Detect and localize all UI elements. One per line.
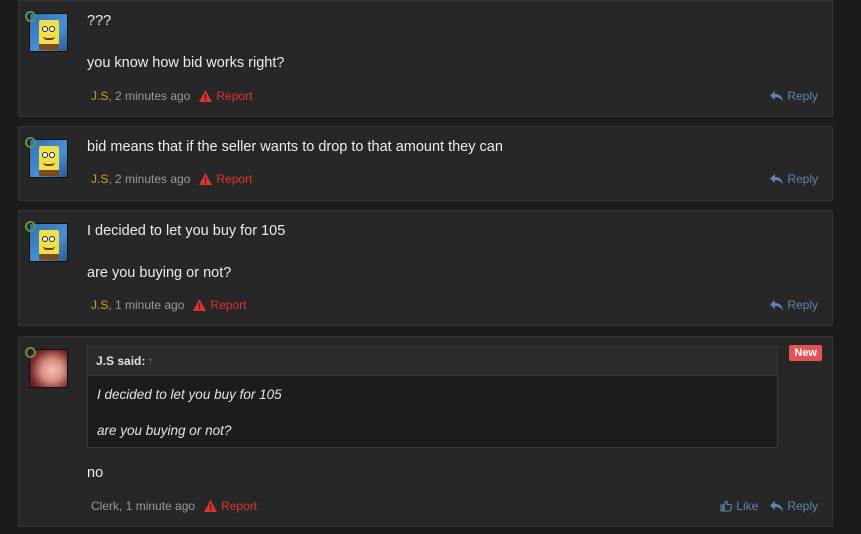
online-status-icon bbox=[25, 11, 36, 22]
post-meta: J.S , 2 minutes ago Report bbox=[91, 172, 252, 186]
quote-block: J.S said: ↑ I decided to let you buy for … bbox=[87, 346, 778, 448]
reply-arrow-icon bbox=[770, 500, 784, 512]
online-status-icon bbox=[25, 221, 36, 232]
reply-arrow-icon bbox=[770, 299, 784, 311]
post-actions: Like Reply bbox=[708, 499, 818, 513]
report-label: Report bbox=[221, 499, 258, 513]
quote-jump-arrow-icon[interactable]: ↑ bbox=[147, 354, 153, 368]
message-post: bid means that if the seller wants to dr… bbox=[18, 126, 833, 201]
warning-triangle-icon bbox=[193, 299, 207, 311]
message-text: I decided to let you buy for 105 bbox=[87, 223, 286, 239]
message-post: I decided to let you buy for 105 are you… bbox=[18, 210, 833, 326]
reply-label: Reply bbox=[787, 172, 818, 186]
post-meta: J.S , 2 minutes ago Report bbox=[91, 89, 252, 103]
message-text: are you buying or not? bbox=[87, 265, 232, 281]
reply-label: Reply bbox=[787, 499, 818, 513]
post-time[interactable]: , 1 minute ago bbox=[119, 499, 195, 513]
thumbs-up-icon bbox=[720, 500, 733, 512]
online-status-icon bbox=[25, 137, 36, 148]
report-label: Report bbox=[210, 298, 247, 312]
message-post: ??? you know how bid works right? J.S , … bbox=[18, 0, 833, 117]
reply-button[interactable]: Reply bbox=[770, 499, 818, 513]
message-text: you know how bid works right? bbox=[87, 55, 285, 71]
author-link[interactable]: J.S bbox=[91, 298, 108, 312]
reply-label: Reply bbox=[787, 298, 818, 312]
quote-header: J.S said: ↑ bbox=[88, 347, 777, 376]
report-button[interactable]: Report bbox=[199, 89, 252, 103]
post-time[interactable]: , 1 minute ago bbox=[108, 298, 184, 312]
reply-button[interactable]: Reply bbox=[770, 172, 818, 186]
report-button[interactable]: Report bbox=[204, 499, 257, 513]
report-button[interactable]: Report bbox=[199, 172, 252, 186]
author-link[interactable]: J.S bbox=[91, 172, 108, 186]
online-status-icon bbox=[25, 347, 36, 358]
quote-author: J.S said: bbox=[96, 354, 146, 368]
like-label: Like bbox=[736, 499, 759, 513]
message-text: bid means that if the seller wants to dr… bbox=[87, 139, 503, 155]
reply-arrow-icon bbox=[770, 173, 784, 185]
reply-label: Reply bbox=[787, 89, 818, 103]
quote-text: I decided to let you buy for 105 bbox=[97, 387, 282, 402]
warning-triangle-icon bbox=[204, 500, 218, 512]
message-text: no bbox=[87, 465, 104, 481]
report-label: Report bbox=[216, 89, 253, 103]
reply-arrow-icon bbox=[770, 90, 784, 102]
reply-button[interactable]: Reply bbox=[770, 298, 818, 312]
quote-text: are you buying or not? bbox=[97, 423, 232, 438]
post-actions: Reply bbox=[758, 172, 818, 186]
warning-triangle-icon bbox=[199, 173, 213, 185]
author-link[interactable]: Clerk bbox=[91, 499, 119, 513]
like-button[interactable]: Like bbox=[720, 499, 758, 513]
post-time[interactable]: , 2 minutes ago bbox=[108, 172, 190, 186]
post-actions: Reply bbox=[758, 89, 818, 103]
warning-triangle-icon bbox=[199, 90, 213, 102]
post-meta: J.S , 1 minute ago Report bbox=[91, 298, 246, 312]
report-label: Report bbox=[216, 172, 253, 186]
report-button[interactable]: Report bbox=[193, 298, 246, 312]
message-text: ??? bbox=[87, 13, 112, 29]
author-link[interactable]: J.S bbox=[91, 89, 108, 103]
reply-button[interactable]: Reply bbox=[770, 89, 818, 103]
message-post: New J.S said: ↑ I decided to let you buy … bbox=[18, 336, 833, 527]
post-actions: Reply bbox=[758, 298, 818, 312]
post-time[interactable]: , 2 minutes ago bbox=[108, 89, 190, 103]
post-meta: Clerk , 1 minute ago Report bbox=[91, 499, 257, 513]
new-badge: New bbox=[789, 345, 822, 361]
